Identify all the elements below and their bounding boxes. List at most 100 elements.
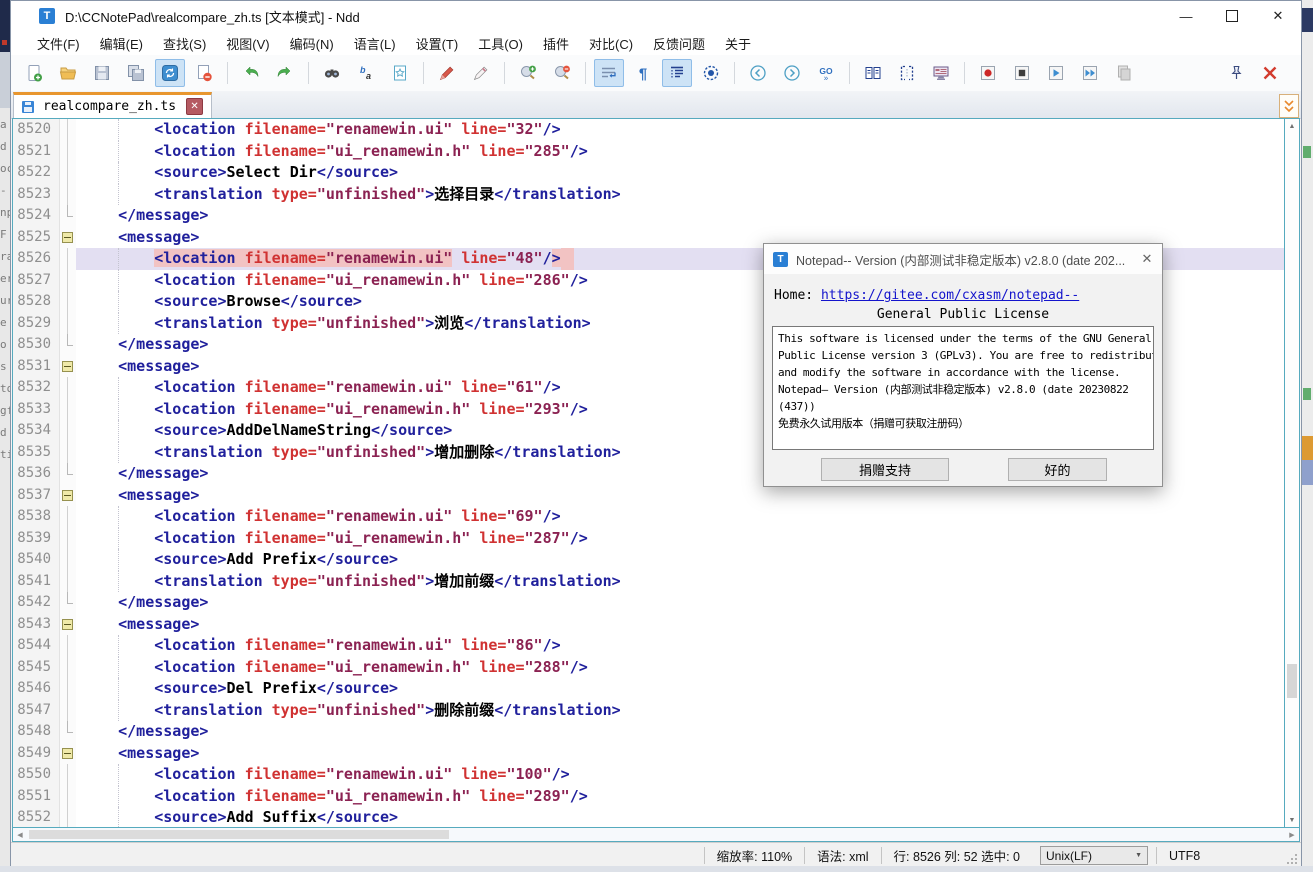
line-number[interactable]: 8523 [13,184,59,206]
menu-item-12[interactable]: 关于 [715,31,761,56]
code-line-8552[interactable]: 8552 <source>Add Suffix</source> [13,807,1284,827]
prev-position-button[interactable] [743,59,773,87]
line-number[interactable]: 8540 [13,549,59,571]
tab-close-icon[interactable]: ✕ [186,98,203,115]
line-number[interactable]: 8522 [13,162,59,184]
code-line-8537[interactable]: 8537 <message> [13,485,1284,507]
line-number[interactable]: 8526 [13,248,59,270]
code-text[interactable]: <location filename="renamewin.ui" line="… [76,119,1284,141]
goto-line-button[interactable]: GO» [811,59,841,87]
vertical-scrollbar-thumb[interactable] [1287,664,1297,698]
highlight-marker-button[interactable] [432,59,462,87]
code-line-8546[interactable]: 8546 <source>Del Prefix</source> [13,678,1284,700]
code-text[interactable]: </message> [76,721,1284,743]
clear-highlight-button[interactable] [466,59,496,87]
line-number[interactable]: 8546 [13,678,59,700]
show-symbol-button[interactable]: ¶ [628,59,658,87]
line-number[interactable]: 8533 [13,399,59,421]
line-number[interactable]: 8521 [13,141,59,163]
fold-collapse-icon[interactable] [59,356,76,378]
code-line-8523[interactable]: 8523 <translation type="unfinished">选择目录… [13,184,1284,206]
code-text[interactable]: <source>Select Dir</source> [76,162,1284,184]
line-number[interactable]: 8530 [13,334,59,356]
open-file-button[interactable] [53,59,83,87]
license-text-box[interactable]: This software is licensed under the term… [772,326,1154,450]
code-line-8522[interactable]: 8522 <source>Select Dir</source> [13,162,1284,184]
code-line-8538[interactable]: 8538 <location filename="renamewin.ui" l… [13,506,1284,528]
code-line-8548[interactable]: 8548 </message> [13,721,1284,743]
code-line-8551[interactable]: 8551 <location filename="ui_renamewin.h"… [13,786,1284,808]
code-text[interactable]: <location filename="ui_renamewin.h" line… [76,657,1284,679]
code-text[interactable]: <translation type="unfinished">增加前缀</tra… [76,571,1284,593]
code-line-8541[interactable]: 8541 <translation type="unfinished">增加前缀… [13,571,1284,593]
code-text[interactable]: <location filename="ui_renamewin.h" line… [76,786,1284,808]
tab-list-button[interactable] [1279,94,1299,118]
code-line-8542[interactable]: 8542 </message> [13,592,1284,614]
line-number[interactable]: 8552 [13,807,59,827]
line-number[interactable]: 8545 [13,657,59,679]
minimize-button[interactable]: — [1163,1,1209,31]
line-number[interactable]: 8535 [13,442,59,464]
menu-item-6[interactable]: 语言(L) [344,31,406,56]
menu-item-3[interactable]: 查找(S) [153,31,216,56]
menu-item-8[interactable]: 工具(O) [468,31,533,56]
menu-item-4[interactable]: 视图(V) [216,31,279,56]
line-number[interactable]: 8542 [13,592,59,614]
maximize-button[interactable] [1209,1,1255,31]
code-text[interactable]: <source>Add Suffix</source> [76,807,1284,827]
scroll-down-icon[interactable]: ▼ [1285,813,1299,827]
horizontal-scrollbar-thumb[interactable] [29,830,449,839]
resize-grip[interactable] [1295,854,1297,856]
home-link[interactable]: https://gitee.com/cxasm/notepad-- [821,288,1079,303]
menu-item-1[interactable]: 文件(F) [27,31,90,56]
line-number[interactable]: 8544 [13,635,59,657]
close-file-button[interactable] [189,59,219,87]
reload-file-button[interactable] [155,59,185,87]
line-number[interactable]: 8529 [13,313,59,335]
horizontal-scrollbar[interactable]: ◀ ▶ [12,828,1300,842]
code-text[interactable]: <message> [76,743,1284,765]
macro-play-multi-button[interactable] [1075,59,1105,87]
line-number[interactable]: 8528 [13,291,59,313]
menu-item-5[interactable]: 编码(N) [280,31,344,56]
code-line-8521[interactable]: 8521 <location filename="ui_renamewin.h"… [13,141,1284,163]
code-text[interactable]: <source>Del Prefix</source> [76,678,1284,700]
focus-mode-button[interactable] [696,59,726,87]
compare-screen-button[interactable] [926,59,956,87]
code-line-8545[interactable]: 8545 <location filename="ui_renamewin.h"… [13,657,1284,679]
close-all-button[interactable] [1255,59,1285,87]
zoom-in-button[interactable] [513,59,543,87]
line-number[interactable]: 8524 [13,205,59,227]
code-line-8550[interactable]: 8550 <location filename="renamewin.ui" l… [13,764,1284,786]
line-number[interactable]: 8536 [13,463,59,485]
line-number[interactable]: 8543 [13,614,59,636]
code-text[interactable]: <translation type="unfinished">删除前缀</tra… [76,700,1284,722]
menu-item-11[interactable]: 反馈问题 [643,31,715,56]
line-number[interactable]: 8548 [13,721,59,743]
redo-button[interactable] [270,59,300,87]
compare-dirs-button[interactable] [892,59,922,87]
line-number[interactable]: 8538 [13,506,59,528]
code-line-8544[interactable]: 8544 <location filename="renamewin.ui" l… [13,635,1284,657]
code-text[interactable]: </message> [76,592,1284,614]
code-line-8543[interactable]: 8543 <message> [13,614,1284,636]
line-number[interactable]: 8520 [13,119,59,141]
ok-button[interactable]: 好的 [1008,458,1107,481]
zoom-out-button[interactable] [547,59,577,87]
code-line-8539[interactable]: 8539 <location filename="ui_renamewin.h"… [13,528,1284,550]
code-text[interactable]: <message> [76,485,1284,507]
code-text[interactable]: <source>Add Prefix</source> [76,549,1284,571]
code-text[interactable]: <location filename="renamewin.ui" line="… [76,506,1284,528]
line-number[interactable]: 8549 [13,743,59,765]
macro-record-button[interactable] [973,59,1003,87]
code-text[interactable]: <location filename="renamewin.ui" line="… [76,764,1284,786]
line-number[interactable]: 8537 [13,485,59,507]
line-number[interactable]: 8531 [13,356,59,378]
dialog-close-button[interactable]: ✕ [1132,244,1162,274]
fold-collapse-icon[interactable] [59,485,76,507]
menu-item-7[interactable]: 设置(T) [406,31,469,56]
line-number[interactable]: 8550 [13,764,59,786]
save-all-button[interactable] [121,59,151,87]
next-position-button[interactable] [777,59,807,87]
bookmark-mark-button[interactable] [385,59,415,87]
